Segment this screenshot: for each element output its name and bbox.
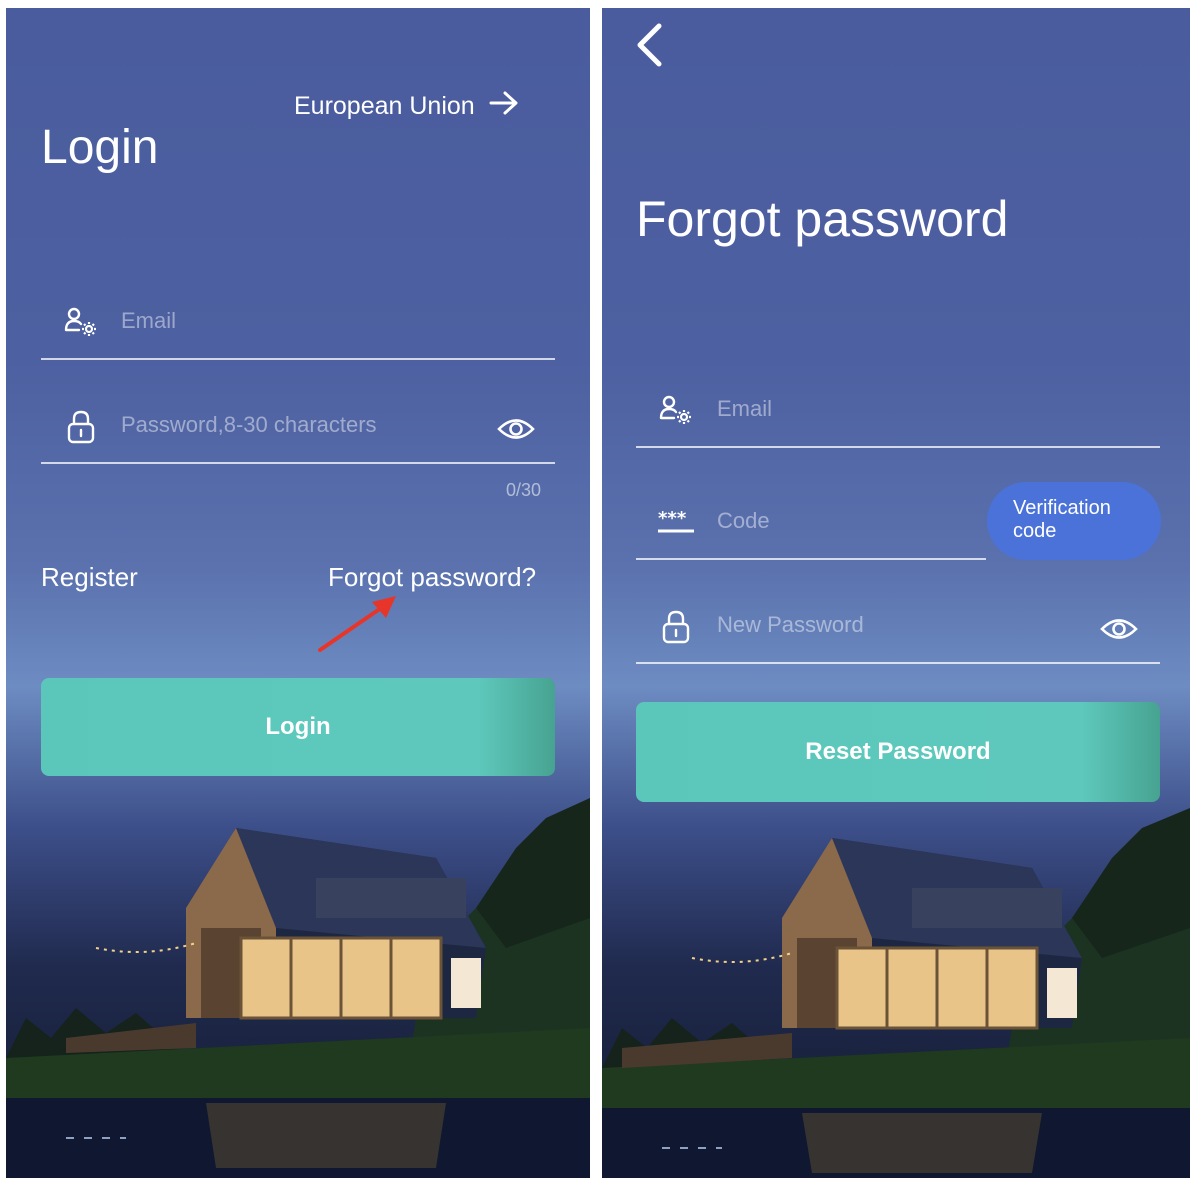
email-field[interactable]: Email <box>636 380 1160 448</box>
page-title: Login <box>41 121 159 174</box>
login-button[interactable]: Login <box>41 678 555 776</box>
region-label: European Union <box>294 92 475 120</box>
lock-icon <box>67 410 95 449</box>
house-background-image <box>602 778 1190 1178</box>
login-button-label: Login <box>265 713 331 740</box>
user-settings-icon <box>658 394 692 431</box>
new-password-field[interactable]: New Password <box>636 596 1160 664</box>
eye-icon[interactable] <box>497 416 535 447</box>
house-background-image <box>6 758 590 1178</box>
char-counter: 0/30 <box>506 480 542 500</box>
new-password-placeholder: New Password <box>717 612 864 637</box>
chevron-left-icon <box>634 23 664 72</box>
code-placeholder: Code <box>717 508 770 533</box>
svg-text:***: *** <box>658 508 687 529</box>
password-placeholder: Password,8-30 characters <box>121 412 377 437</box>
code-field[interactable]: *** Code <box>636 492 986 560</box>
red-arrow-pointer <box>314 592 404 661</box>
register-link[interactable]: Register <box>41 562 138 593</box>
email-placeholder: Email <box>717 396 773 421</box>
lock-icon <box>662 610 690 649</box>
verification-code-label: Verification code <box>1013 497 1111 542</box>
verification-code-button[interactable]: Verification code <box>987 482 1161 560</box>
user-settings-icon <box>63 306 97 343</box>
email-field[interactable]: Email <box>41 290 555 360</box>
reset-password-button[interactable]: Reset Password <box>636 702 1160 802</box>
forgot-password-screen: Forgot password Email *** Code Verificat… <box>602 8 1190 1178</box>
code-asterisk-icon: *** <box>658 508 696 539</box>
page-title: Forgot password <box>636 191 1009 247</box>
eye-icon[interactable] <box>1100 616 1138 647</box>
login-screen: European Union Login Email Password,8-30… <box>6 8 590 1178</box>
forgot-password-link[interactable]: Forgot password? <box>328 562 536 593</box>
back-button[interactable] <box>634 22 664 73</box>
password-field[interactable]: Password,8-30 characters <box>41 394 555 464</box>
arrow-right-icon <box>489 90 519 123</box>
email-placeholder: Email <box>121 308 177 333</box>
region-selector[interactable]: European Union <box>294 90 519 123</box>
reset-password-label: Reset Password <box>805 738 991 765</box>
